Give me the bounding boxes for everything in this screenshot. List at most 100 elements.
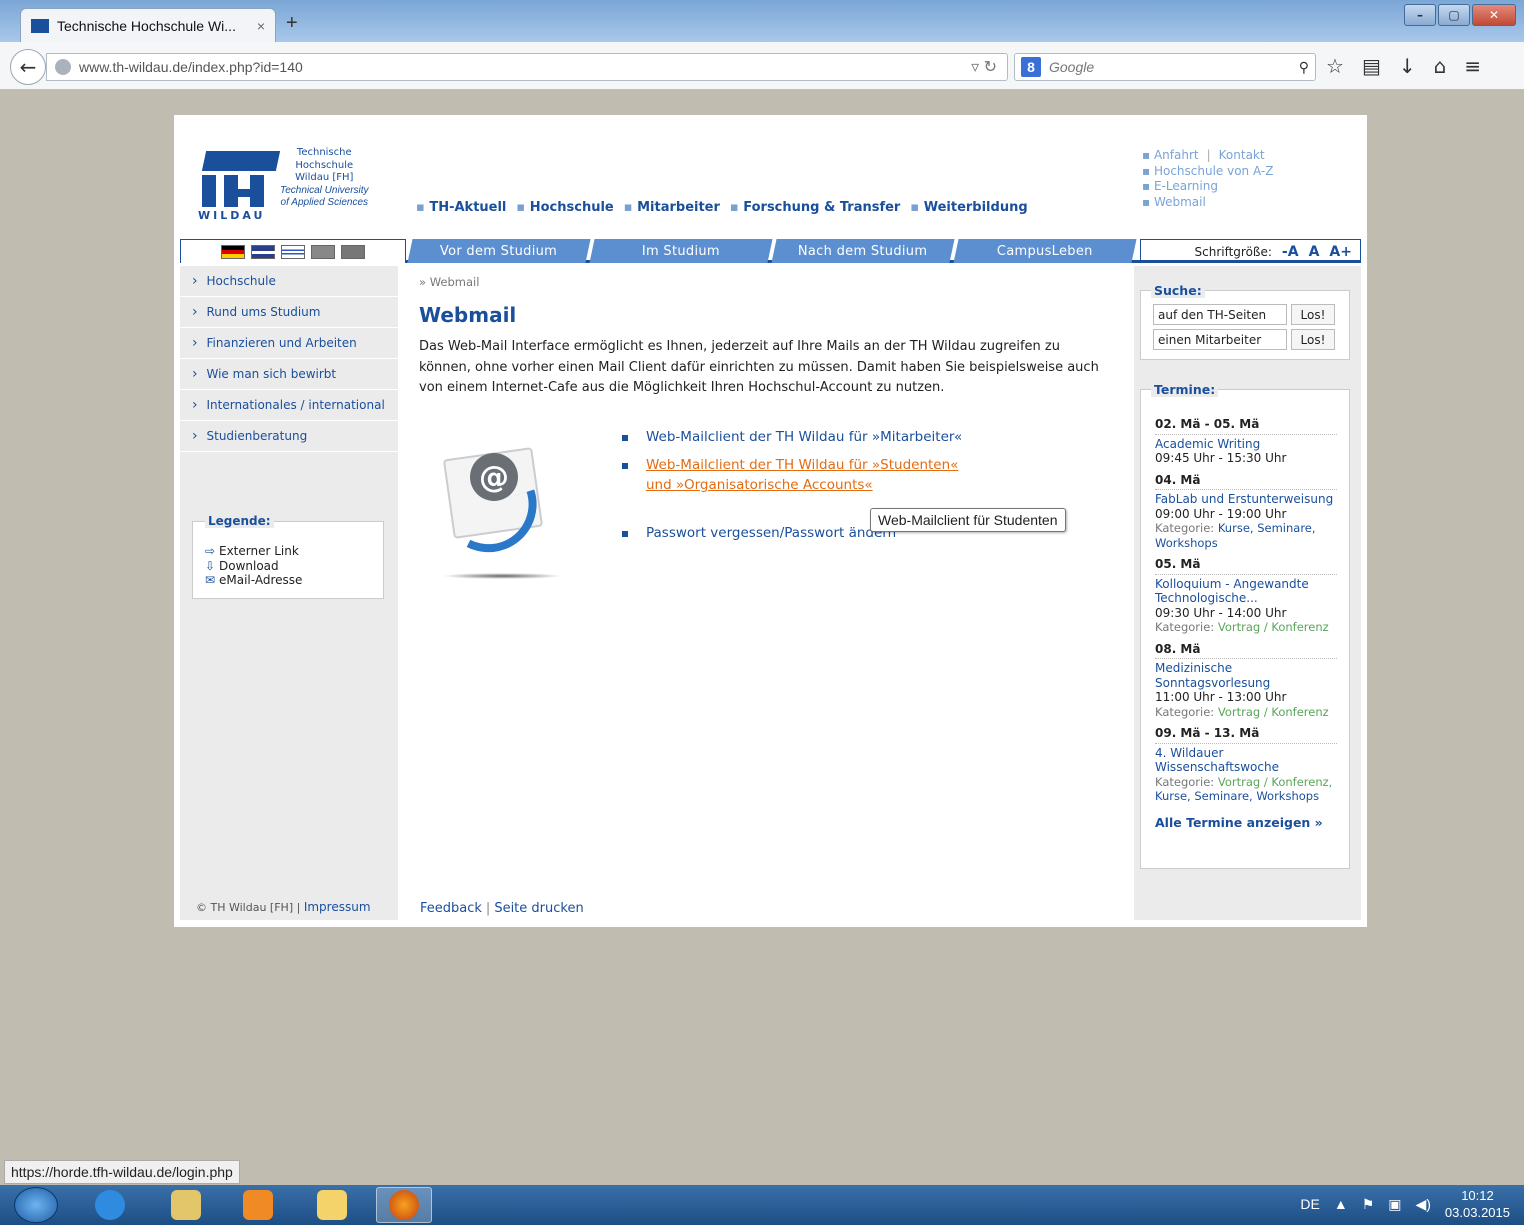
download-icon[interactable]: ↓ [1399,54,1416,78]
taskbar-media[interactable] [230,1187,286,1223]
close-window-button[interactable]: ✕ [1472,4,1516,26]
back-button[interactable]: ← [10,49,46,85]
link-kontakt[interactable]: Kontakt [1219,148,1265,162]
maximize-button[interactable]: ▢ [1438,4,1470,26]
font-normal-button[interactable]: A [1309,244,1320,260]
search-input[interactable]: Google [1049,59,1291,75]
tab-nach-dem-studium[interactable]: Nach dem Studium [771,239,955,263]
browser-tab[interactable]: Technische Hochschule Wi... × [20,8,276,42]
breadcrumb[interactable]: » Webmail [419,275,1109,289]
search-pages-button[interactable]: Los! [1291,304,1335,325]
th-wildau-logo[interactable]: WILDAU Technische Hochschule Wildau [FH]… [196,145,386,223]
firefox-icon [389,1190,419,1220]
language-flags [180,239,406,263]
network-icon[interactable]: ▣ [1388,1196,1401,1213]
sidebar-item-bewerbung[interactable]: Wie man sich bewirbt [180,359,398,390]
flag-de-icon[interactable] [221,244,245,259]
url-text[interactable]: www.th-wildau.de/index.php?id=140 [79,59,963,75]
menu-icon[interactable]: ≡ [1464,54,1481,78]
link-e-learning[interactable]: E-Learning [1142,179,1273,195]
taskbar-firefox[interactable] [376,1187,432,1223]
tab-campusleben[interactable]: CampusLeben [953,239,1137,263]
clock[interactable]: 10:12 03.03.2015 [1445,1187,1510,1221]
link-mitarbeiter-mail[interactable]: Web-Mailclient der TH Wildau für »Mitarb… [622,427,962,447]
feedback-link[interactable]: Feedback [420,901,482,916]
event-time: 09:45 Uhr - 15:30 Uhr [1155,451,1287,465]
favicon-icon [31,18,49,33]
sidebar-item-studienberatung[interactable]: Studienberatung [180,421,398,452]
globe-icon [55,59,71,75]
magnifier-icon[interactable]: ⚲ [1299,59,1309,76]
volume-icon[interactable]: ◀) [1415,1196,1430,1213]
google-icon[interactable]: 8 [1021,57,1041,77]
reload-icon[interactable]: ▿ ↻ [971,57,1007,77]
tab-vor-dem-studium[interactable]: Vor dem Studium [407,239,591,263]
download-icon: ⇩ [205,558,216,573]
nav-hochschule[interactable]: Hochschule [516,200,614,215]
nav-forschung[interactable]: Forschung & Transfer [730,200,900,215]
content-footer: Feedback | Seite drucken [420,901,584,916]
all-events-link[interactable]: Alle Termine anzeigen » [1155,815,1337,831]
nav-th-aktuell[interactable]: TH-Aktuell [416,200,506,215]
flag-il-icon[interactable] [281,244,305,259]
font-bigger-button[interactable]: A+ [1329,244,1352,260]
legend-download: Download [219,558,279,573]
event-time: 09:30 Uhr - 14:00 Uhr [1155,605,1287,620]
taskbar-explorer[interactable] [158,1187,214,1223]
main-content: » Webmail Webmail Das Web-Mail Interface… [419,275,1109,399]
flag-kr-icon[interactable] [311,244,335,259]
language-indicator[interactable]: DE [1300,1196,1319,1212]
start-button[interactable] [14,1187,58,1223]
font-smaller-button[interactable]: -A [1282,244,1299,260]
sidebar-item-finanzieren[interactable]: Finanzieren und Arbeiten [180,328,398,359]
link-studenten-mail[interactable]: Web-Mailclient der TH Wildau für »Studen… [622,455,962,495]
legend-email: eMail-Adresse [219,573,303,587]
address-bar[interactable]: www.th-wildau.de/index.php?id=140 ▿ ↻ [46,53,1008,81]
event-category: Kategorie: Vortrag / Konferenz, Kurse, S… [1155,774,1333,804]
search-staff-input[interactable]: einen Mitarbeiter [1153,329,1287,350]
event-title[interactable]: FabLab und Erstunterweisung [1155,492,1337,507]
new-tab-button[interactable]: + [286,12,298,35]
event-title[interactable]: 4. Wildauer Wissenschaftswoche [1155,746,1337,775]
impressum-link[interactable]: Impressum [304,900,371,914]
section-tabs: Vor dem Studium Im Studium Nach dem Stud… [407,239,1137,263]
bookmark-star-icon[interactable]: ☆ [1326,54,1344,78]
page-title: Webmail [419,303,517,327]
sidebar-item-rund-ums-studium[interactable]: Rund ums Studium [180,297,398,328]
sidebar-item-internationales[interactable]: Internationales / international [180,390,398,421]
events-title: Termine: [1151,382,1219,397]
search-pages-input[interactable]: auf den TH-Seiten [1153,304,1287,325]
main-nav: TH-Aktuell Hochschule Mitarbeiter Forsch… [416,200,1028,215]
nav-mitarbeiter[interactable]: Mitarbeiter [624,200,720,215]
taskbar-ie[interactable] [82,1187,138,1223]
intro-text: Das Web-Mail Interface ermöglicht es Ihn… [419,339,1099,395]
nav-weiterbildung[interactable]: Weiterbildung [910,200,1028,215]
event-title[interactable]: Medizinische Sonntagsvorlesung [1155,661,1337,690]
minimize-button[interactable]: – [1404,4,1436,26]
flag-cn-icon[interactable] [341,244,365,259]
taskbar-mail[interactable] [304,1187,360,1223]
sidebar-item-hochschule[interactable]: Hochschule [180,266,398,297]
search-staff-button[interactable]: Los! [1291,329,1335,350]
flag-uk-icon[interactable] [251,244,276,259]
mail-app-icon [317,1190,347,1220]
tab-im-studium[interactable]: Im Studium [589,239,773,263]
system-tray: DE ▲ ⚑ ▣ ◀) 10:12 03.03.2015 [1300,1187,1510,1221]
search-bar[interactable]: 8 Google ⚲ [1014,53,1316,81]
event-title[interactable]: Academic Writing [1155,437,1337,452]
external-link-icon: ⇨ [205,544,216,558]
event-title[interactable]: Kolloquium - Angewandte Technologische..… [1155,577,1337,606]
print-link[interactable]: Seite drucken [494,901,583,916]
link-anfahrt[interactable]: Anfahrt [1154,148,1199,162]
action-center-icon[interactable]: ⚑ [1362,1196,1375,1213]
link-tooltip: Web-Mailclient für Studenten [870,508,1066,532]
tray-expand-icon[interactable]: ▲ [1334,1196,1348,1212]
tab-close-button[interactable]: × [257,18,265,34]
left-sidebar: Hochschule Rund ums Studium Finanzieren … [180,266,398,920]
link-a-z[interactable]: Hochschule von A-Z [1142,164,1274,180]
bookmarks-list-icon[interactable]: ▤ [1362,54,1381,78]
link-webmail[interactable]: Webmail [1142,195,1273,211]
home-icon[interactable]: ⌂ [1434,54,1447,78]
legend-box: Legende: ⇨ Externer Link ⇩ Download ✉ eMail… [192,514,384,599]
status-url: https://horde.tfh-wildau.de/login.php [4,1160,240,1184]
